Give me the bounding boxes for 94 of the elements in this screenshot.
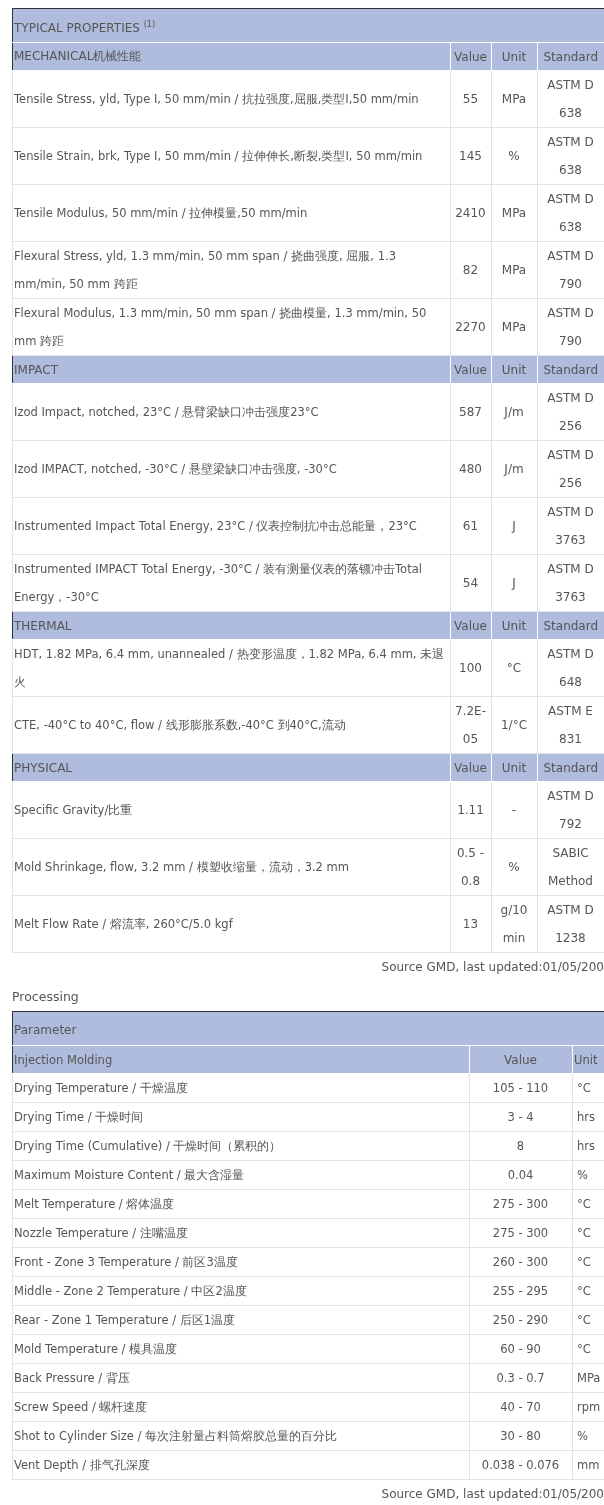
table-cell: 255 - 295 <box>469 1276 573 1306</box>
table-cell: MPa <box>491 241 538 299</box>
parameter-name: Mold Temperature / 模具温度 <box>12 1334 470 1364</box>
property-name: Specific Gravity/比重 <box>12 781 451 839</box>
property-name: Tensile Modulus, 50 mm/min / 拉伸模量,50 mm/min <box>12 184 451 242</box>
parameter-name: Drying Temperature / 干燥温度 <box>12 1073 470 1103</box>
table-cell: 260 - 300 <box>469 1247 573 1277</box>
column-header: Value <box>450 753 492 782</box>
property-name: Mold Shrinkage, flow, 3.2 mm / 模塑收缩量，流动，3.2 mm <box>12 838 451 896</box>
table-cell: - <box>491 781 538 839</box>
table-cell: 105 - 110 <box>469 1073 573 1103</box>
property-name: Instrumented IMPACT Total Energy, -30°C / 装有测量仪表的落镖冲击Total Energy，-30°C <box>12 554 451 612</box>
column-header: Standard <box>537 42 604 71</box>
table-cell: 587 <box>450 383 492 441</box>
table-cell: 7.2E-05 <box>450 696 492 754</box>
column-header: Unit <box>572 1045 604 1074</box>
parameter-name: Rear - Zone 1 Temperature / 后区1温度 <box>12 1305 470 1335</box>
column-header: Unit <box>491 753 538 782</box>
table-cell: 1.11 <box>450 781 492 839</box>
table-cell: 0.5 - 0.8 <box>450 838 492 896</box>
table-cell: 40 - 70 <box>469 1392 573 1422</box>
property-name: CTE, -40°C to 40°C, flow / 线形膨胀系数,-40°C 到40°C,流动 <box>12 696 451 754</box>
column-header: Unit <box>491 355 538 384</box>
parameter-name: Drying Time (Cumulative) / 干燥时间（累积的） <box>12 1131 470 1161</box>
table-cell: J <box>491 554 538 612</box>
table-cell: J/m <box>491 383 538 441</box>
table-title: Parameter <box>12 1011 604 1046</box>
property-name: Tensile Stress, yld, Type I, 50 mm/min / 抗拉强度,屈服,类型I,50 mm/min <box>12 70 451 128</box>
table-cell: 0.038 - 0.076 <box>469 1450 573 1480</box>
table-cell: 82 <box>450 241 492 299</box>
table-cell: 30 - 80 <box>469 1421 573 1451</box>
column-header: Standard <box>537 611 604 640</box>
parameter-name: Drying Time / 干燥时间 <box>12 1102 470 1132</box>
table-cell: °C <box>491 639 538 697</box>
column-header: Value <box>450 611 492 640</box>
table-cell: 3 - 4 <box>469 1102 573 1132</box>
parameter-name: Screw Speed / 螺杆速度 <box>12 1392 470 1422</box>
column-header: Value <box>469 1045 573 1074</box>
table-cell: % <box>491 838 538 896</box>
table-cell: 250 - 290 <box>469 1305 573 1335</box>
parameter-name: Maximum Moisture Content / 最大含湿量 <box>12 1160 470 1190</box>
property-name: Izod IMPACT, notched, -30°C / 悬壁梁缺口冲击强度, -30°C <box>12 440 451 498</box>
table-title: TYPICAL PROPERTIES $^{(1)}$ <box>12 8 604 43</box>
property-name: Izod Impact, notched, 23°C / 悬臂梁缺口冲击强度23°C <box>12 383 451 441</box>
table-cell: % <box>491 127 538 185</box>
table-cell: 55 <box>450 70 492 128</box>
section-header: MECHANICAL机械性能 <box>12 42 451 71</box>
table-cell: J <box>491 497 538 555</box>
parameter-name: Middle - Zone 2 Temperature / 中区2温度 <box>12 1276 470 1306</box>
table-cell: 60 - 90 <box>469 1334 573 1364</box>
table-cell: 0.04 <box>469 1160 573 1190</box>
property-name: Flexural Modulus, 1.3 mm/min, 50 mm span / 挠曲模量, 1.3 mm/min, 50 mm 跨距 <box>12 298 451 356</box>
table-cell: 61 <box>450 497 492 555</box>
property-name: Flexural Stress, yld, 1.3 mm/min, 50 mm span / 挠曲强度, 屈服, 1.3 mm/min, 50 mm 跨距 <box>12 241 451 299</box>
table-cell: 1/°C <box>491 696 538 754</box>
table-cell: 2410 <box>450 184 492 242</box>
column-header: Value <box>450 42 492 71</box>
table-cell: g/10 min <box>491 895 538 953</box>
section-heading: Processing <box>12 988 79 1004</box>
table-cell: 54 <box>450 554 492 612</box>
property-name: Instrumented Impact Total Energy, 23°C / 仪表控制抗冲击总能量，23°C <box>12 497 451 555</box>
parameter-name: Melt Temperature / 熔体温度 <box>12 1189 470 1219</box>
column-header: Unit <box>491 611 538 640</box>
table-cell: 13 <box>450 895 492 953</box>
table-cell: 0.3 - 0.7 <box>469 1363 573 1393</box>
property-name: Melt Flow Rate / 熔流率, 260°C/5.0 kgf <box>12 895 451 953</box>
parameter-name: Shot to Cylinder Size / 每次注射量占料筒熔胶总量的百分比 <box>12 1421 470 1451</box>
column-header: Value <box>450 355 492 384</box>
column-header: Standard <box>537 355 604 384</box>
table-cell: MPa <box>491 70 538 128</box>
property-name: HDT, 1.82 MPa, 6.4 mm, unannealed / 热变形温度，1.82 MPa, 6.4 mm, 未退火 <box>12 639 451 697</box>
table-cell: J/m <box>491 440 538 498</box>
property-name: Tensile Strain, brk, Type I, 50 mm/min / 拉伸伸长,断裂,类型I, 50 mm/min <box>12 127 451 185</box>
section-header: THERMAL <box>12 611 451 640</box>
parameter-name: Nozzle Temperature / 注嘴温度 <box>12 1218 470 1248</box>
parameter-name: Back Pressure / 背压 <box>12 1363 470 1393</box>
parameter-name: Front - Zone 3 Temperature / 前区3温度 <box>12 1247 470 1277</box>
source-note: Source GMD, last updated:01/05/200 <box>381 1487 604 1501</box>
section-header: IMPACT <box>12 355 451 384</box>
section-header: PHYSICAL <box>12 753 451 782</box>
table-cell: MPa <box>491 184 538 242</box>
table-cell: MPa <box>491 298 538 356</box>
table-cell: 145 <box>450 127 492 185</box>
parameter-name: Vent Depth / 排气孔深度 <box>12 1450 470 1480</box>
table-cell: 2270 <box>450 298 492 356</box>
table-cell: 275 - 300 <box>469 1218 573 1248</box>
table-cell: 8 <box>469 1131 573 1161</box>
table-cell: 275 - 300 <box>469 1189 573 1219</box>
section-header: Injection Molding <box>12 1045 470 1074</box>
column-header: Unit <box>491 42 538 71</box>
table-cell: 480 <box>450 440 492 498</box>
column-header: Standard <box>537 753 604 782</box>
table-cell: 100 <box>450 639 492 697</box>
source-note: Source GMD, last updated:01/05/200 <box>381 960 604 974</box>
